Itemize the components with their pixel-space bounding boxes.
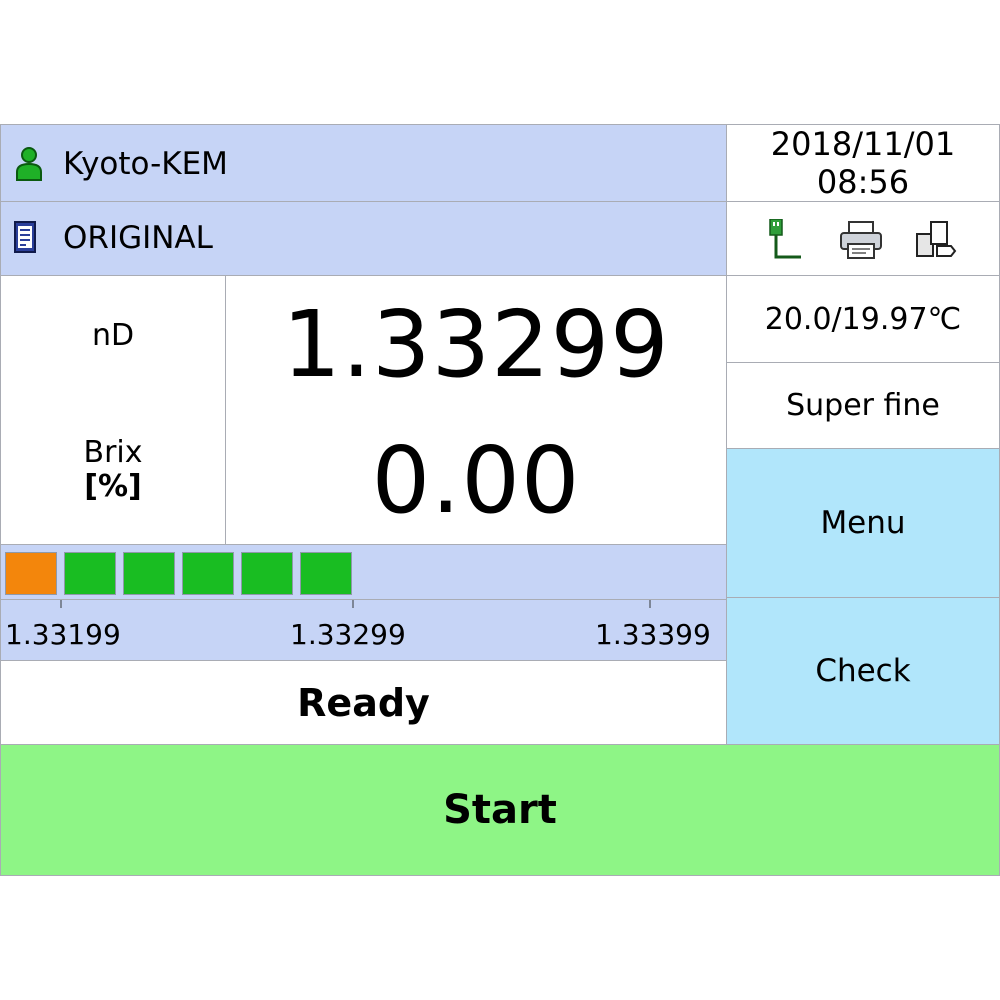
start-button-label: Start: [443, 787, 557, 833]
document-icon: [14, 221, 36, 253]
status-text: Ready: [297, 680, 430, 725]
precision-mode-text: Super fine: [786, 388, 940, 423]
stability-segment-2: [64, 552, 116, 595]
scale-bar: 1.33199 1.33299 1.33399: [0, 599, 727, 661]
scale-label-left: 1.33199: [5, 618, 121, 651]
primary-value: 1.33299: [282, 291, 670, 398]
stability-segment-5: [241, 552, 293, 595]
secondary-unit-symbol: [%]: [84, 469, 142, 504]
scale-tick-center: [352, 600, 354, 608]
stability-segment-6: [300, 552, 352, 595]
start-button[interactable]: Start: [0, 744, 1000, 876]
secondary-unit-label: Brix: [83, 435, 143, 470]
usb-icon: [769, 219, 801, 259]
secondary-unit: Brix [%]: [1, 436, 225, 504]
date-text: 2018/11/01: [770, 125, 956, 163]
method-bar[interactable]: ORIGINAL: [0, 201, 727, 276]
user-bar[interactable]: Kyoto-KEM: [0, 124, 727, 202]
precision-mode[interactable]: Super fine: [726, 362, 1000, 449]
scale-label-right: 1.33399: [595, 618, 711, 651]
stability-segment-1: [5, 552, 57, 595]
units-panel: nD Brix [%]: [0, 275, 226, 545]
scale-tick-right: [649, 600, 651, 608]
printer-icon: [840, 221, 882, 259]
check-button[interactable]: Check: [726, 597, 1000, 745]
method-name: ORIGINAL: [63, 220, 213, 256]
clock: 2018/11/01 08:56: [726, 124, 1000, 202]
time-text: 08:56: [816, 163, 910, 201]
values-panel: 1.33299 0.00: [225, 275, 727, 545]
menu-button[interactable]: Menu: [726, 448, 1000, 598]
menu-button-label: Menu: [820, 505, 906, 541]
stability-segment-4: [182, 552, 234, 595]
scale-tick-left: [60, 600, 62, 608]
stability-segment-3: [123, 552, 175, 595]
data-transfer-icon: [916, 221, 957, 257]
refractometer-screen: Kyoto-KEM ORIGINAL 2018/11/01 08:56 nD B…: [0, 124, 1000, 876]
stability-bar: [0, 544, 727, 600]
status-display: Ready: [0, 660, 727, 745]
scale-label-center: 1.33299: [290, 618, 406, 651]
user-name: Kyoto-KEM: [63, 146, 228, 182]
user-icon: [16, 147, 42, 181]
temperature-text: 20.0/19.97℃: [764, 301, 962, 337]
check-button-label: Check: [815, 653, 911, 689]
temperature-display[interactable]: 20.0/19.97℃: [726, 275, 1000, 363]
secondary-value: 0.00: [371, 427, 581, 534]
status-icons: [726, 201, 1000, 276]
primary-unit: nD: [91, 318, 135, 353]
